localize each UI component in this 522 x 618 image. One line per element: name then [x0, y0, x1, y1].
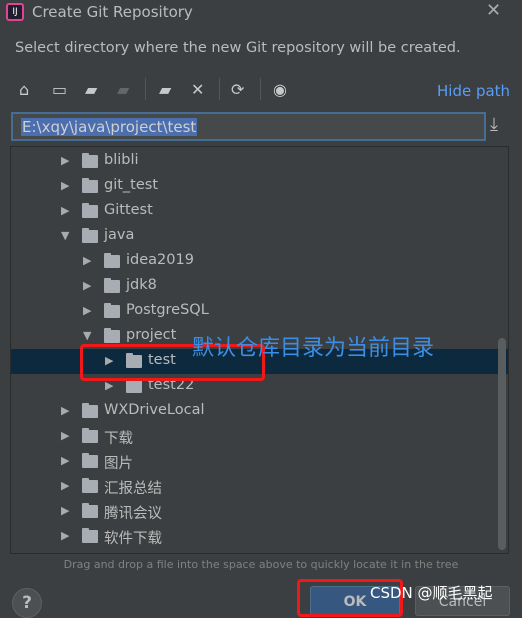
- delete-icon[interactable]: ✕: [191, 80, 204, 99]
- chevron-right-icon[interactable]: ▶: [61, 454, 69, 467]
- chevron-right-icon[interactable]: ▶: [61, 529, 69, 542]
- tree-item[interactable]: ▶ idea2019: [11, 249, 508, 274]
- tree-item[interactable]: ▶ Gittest: [11, 199, 508, 224]
- folder-icon: [82, 428, 98, 443]
- tree-item-label: Gittest: [104, 202, 153, 218]
- module-folder-icon: ▰: [117, 80, 130, 99]
- tree-item-label: 下载: [104, 431, 133, 447]
- folder-icon: [82, 453, 98, 468]
- chevron-right-icon[interactable]: ▶: [61, 179, 69, 192]
- divider: [219, 78, 220, 100]
- close-icon[interactable]: ✕: [486, 0, 501, 21]
- new-folder-icon[interactable]: ▰: [159, 80, 171, 99]
- path-input[interactable]: E:\xqy\java\project\test: [11, 112, 486, 141]
- folder-icon: [82, 228, 98, 243]
- tree-item-label: PostgreSQL: [126, 302, 209, 318]
- chevron-right-icon[interactable]: ▶: [61, 204, 69, 217]
- annotation-note: 默认仓库目录为当前目录: [192, 336, 435, 361]
- chevron-down-icon[interactable]: ▼: [61, 229, 69, 242]
- folder-icon: [82, 478, 98, 493]
- window-title: Create Git Repository: [32, 3, 193, 21]
- folder-icon: [104, 253, 120, 268]
- tree-item-label: jdk8: [126, 277, 157, 293]
- tree-item-label: blibli: [104, 152, 139, 168]
- tree-item-label: 腾讯会议: [104, 506, 162, 522]
- folder-icon: [82, 503, 98, 518]
- folder-icon: [126, 378, 142, 393]
- chevron-right-icon[interactable]: ▶: [61, 404, 69, 417]
- tree-item[interactable]: ▶ 汇报总结: [11, 474, 508, 499]
- folder-icon: [82, 153, 98, 168]
- divider: [260, 78, 261, 100]
- chevron-right-icon[interactable]: ▶: [61, 479, 69, 492]
- description: Select directory where the new Git repos…: [15, 40, 461, 56]
- tree-item[interactable]: ▼ java: [11, 224, 508, 249]
- show-hidden-icon[interactable]: ◉: [273, 80, 287, 99]
- scrollbar[interactable]: [498, 338, 506, 550]
- tree-item-label: idea2019: [126, 252, 194, 268]
- folder-icon: [82, 178, 98, 193]
- tree-item[interactable]: ▶ jdk8: [11, 274, 508, 299]
- hint-text: Drag and drop a file into the space abov…: [63, 558, 459, 571]
- tree-item[interactable]: ▶ 图片: [11, 449, 508, 474]
- tree-item-label: 软件下载: [104, 531, 162, 547]
- path-value: E:\xqy\java\project\test: [21, 118, 198, 136]
- app-icon: IJ: [6, 3, 24, 21]
- hide-path-link[interactable]: Hide path: [437, 82, 510, 100]
- chevron-right-icon[interactable]: ▶: [83, 279, 91, 292]
- desktop-icon[interactable]: ▭: [52, 80, 67, 99]
- tree-item-label: java: [104, 227, 135, 243]
- tree-item[interactable]: ▶ blibli: [11, 149, 508, 174]
- watermark: CSDN @顺毛黑起: [370, 584, 493, 602]
- project-folder-icon[interactable]: ▰: [85, 80, 97, 99]
- tree-item[interactable]: ▶ git_test: [11, 174, 508, 199]
- tree-item-label: 图片: [104, 456, 133, 472]
- folder-icon: [82, 528, 98, 543]
- home-icon[interactable]: ⌂: [19, 80, 29, 99]
- folder-icon: [104, 328, 120, 343]
- tree-item[interactable]: ▶ 下载: [11, 424, 508, 449]
- download-icon[interactable]: ⤓: [490, 114, 498, 135]
- folder-icon: [104, 278, 120, 293]
- chevron-right-icon[interactable]: ▶: [83, 304, 91, 317]
- tree-item[interactable]: ▶ 软件下载: [11, 524, 508, 549]
- tree-item[interactable]: ▶ WXDriveLocal: [11, 399, 508, 424]
- chevron-right-icon[interactable]: ▶: [83, 254, 91, 267]
- chevron-right-icon[interactable]: ▶: [61, 154, 69, 167]
- chevron-down-icon[interactable]: ▼: [83, 329, 91, 342]
- chevron-right-icon[interactable]: ▶: [61, 429, 69, 442]
- help-button[interactable]: ?: [12, 588, 42, 618]
- refresh-icon[interactable]: ⟳: [231, 80, 244, 99]
- folder-icon: [104, 303, 120, 318]
- tree-item-label: project: [126, 327, 177, 343]
- folder-icon: [82, 203, 98, 218]
- divider: [145, 78, 146, 100]
- folder-icon: [82, 403, 98, 418]
- chevron-right-icon[interactable]: ▶: [61, 504, 69, 517]
- tree-item-label: WXDriveLocal: [104, 402, 205, 418]
- tree-item[interactable]: ▶ PostgreSQL: [11, 299, 508, 324]
- tree-item-label: git_test: [104, 177, 159, 193]
- tree-item-label: 汇报总结: [104, 481, 162, 497]
- tree-item[interactable]: ▶ 腾讯会议: [11, 499, 508, 524]
